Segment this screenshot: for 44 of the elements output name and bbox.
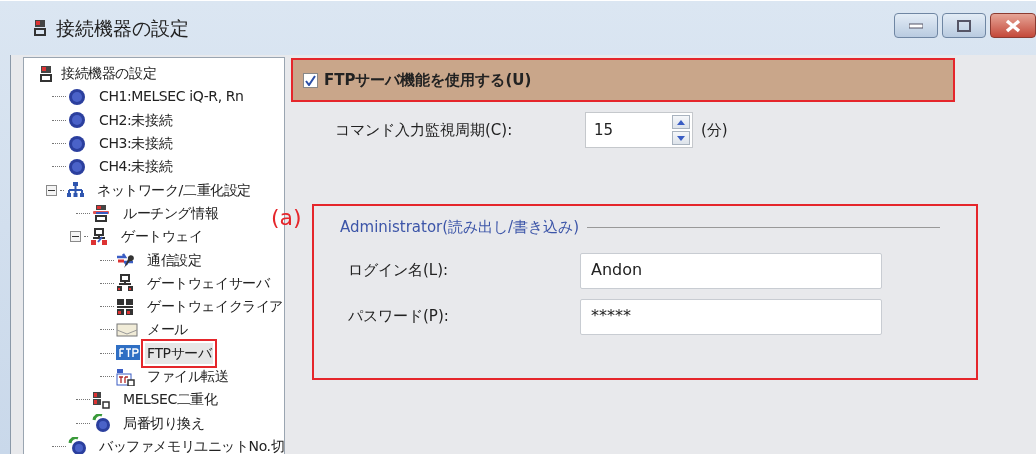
maximize-button[interactable] bbox=[942, 13, 986, 38]
ftp-icon bbox=[116, 344, 140, 363]
field-label: ログイン名(L): bbox=[347, 260, 450, 282]
minimize-button[interactable] bbox=[894, 13, 938, 38]
spin-up-button[interactable] bbox=[672, 115, 690, 129]
tree-item[interactable]: バッファメモリユニットNo.切 bbox=[97, 435, 284, 454]
spin-down-button[interactable] bbox=[672, 131, 690, 145]
tree-item[interactable]: ファイル転送 bbox=[145, 366, 231, 387]
tree-item[interactable]: メール bbox=[145, 319, 190, 341]
minimize-icon bbox=[909, 22, 923, 29]
maximize-icon bbox=[957, 19, 971, 32]
down-arrow-icon bbox=[677, 135, 685, 141]
group-legend: Administrator(読み出し/書き込み) bbox=[340, 216, 579, 239]
tree-item[interactable]: CH2:未接続 bbox=[97, 109, 175, 131]
field-label: パスワード(P): bbox=[347, 306, 450, 328]
input-field[interactable]: Andon bbox=[580, 252, 882, 289]
tree-item[interactable]: CH4:未接続 bbox=[97, 156, 175, 178]
tree-item[interactable]: ゲートウェイ bbox=[119, 226, 205, 248]
tree-item[interactable]: 局番切り換え bbox=[121, 412, 207, 434]
close-button[interactable] bbox=[990, 13, 1036, 38]
unit-label: (分) bbox=[701, 119, 728, 141]
tree-item[interactable]: CH3:未接続 bbox=[97, 133, 175, 155]
tree-item[interactable]: CH1:MELSEC iQ-R, Rn bbox=[97, 86, 246, 108]
tree-item[interactable]: 接続機器の設定 bbox=[59, 63, 159, 85]
expander-icon[interactable] bbox=[46, 184, 57, 196]
window-icon bbox=[32, 19, 48, 37]
up-arrow-icon bbox=[677, 119, 685, 125]
tree-item[interactable]: ゲートウェイサーバ bbox=[145, 272, 272, 294]
tree-item[interactable]: ルーチング情報 bbox=[121, 202, 221, 224]
tree-item[interactable]: ゲートウェイクライア bbox=[145, 296, 284, 318]
tree-item[interactable]: 通信設定 bbox=[145, 249, 204, 271]
annotation-label: (a) bbox=[271, 207, 302, 229]
close-icon bbox=[1005, 18, 1021, 33]
input-field[interactable]: ***** bbox=[580, 298, 882, 335]
tree-item[interactable]: MELSEC二重化 bbox=[121, 389, 220, 411]
field-label: コマンド入力監視周期(C): bbox=[335, 119, 514, 141]
window-title: 接続機器の設定 bbox=[56, 15, 189, 41]
device-icon bbox=[38, 64, 54, 83]
checkbox[interactable] bbox=[303, 72, 318, 88]
tree-item[interactable]: ネットワーク/二重化設定 bbox=[95, 179, 253, 201]
expander-icon[interactable] bbox=[70, 231, 81, 243]
mail-icon bbox=[116, 320, 140, 339]
spin-field[interactable]: 15 bbox=[585, 112, 693, 148]
checkbox-label: FTPサーバ機能を使用する(U) bbox=[324, 69, 532, 91]
